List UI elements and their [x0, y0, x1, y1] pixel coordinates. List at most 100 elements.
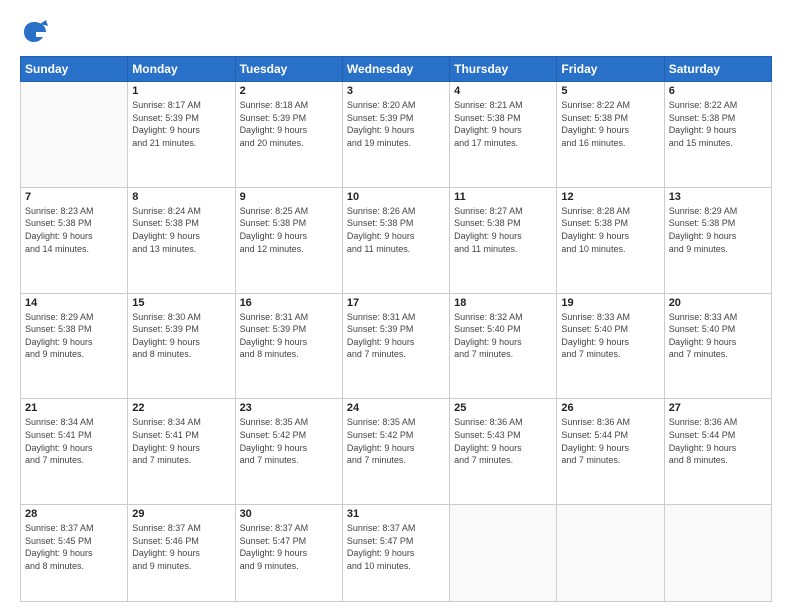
day-info: Sunrise: 8:24 AM Sunset: 5:38 PM Dayligh… — [132, 205, 230, 255]
day-info: Sunrise: 8:18 AM Sunset: 5:39 PM Dayligh… — [240, 99, 338, 149]
day-number: 19 — [561, 297, 659, 309]
calendar-cell: 8Sunrise: 8:24 AM Sunset: 5:38 PM Daylig… — [128, 187, 235, 293]
calendar-cell: 28 Sunrise: 8:37 AM Sunset: 5:45 PM Dayli… — [21, 505, 128, 602]
calendar-week-row: 21 Sunrise: 8:34 AM Sunset: 5:41 PM Dayli… — [21, 399, 772, 505]
day-number: 25 — [454, 402, 552, 414]
day-info: Sunrise: 8:28 AM Sunset: 5:38 PM Dayligh… — [561, 205, 659, 255]
day-number: 28 — [25, 508, 123, 520]
calendar-cell: 4 Sunrise: 8:21 AM Sunset: 5:38 PM Daylig… — [450, 82, 557, 188]
page: SundayMondayTuesdayWednesdayThursdayFrid… — [0, 0, 792, 612]
calendar-cell: 3 Sunrise: 8:20 AM Sunset: 5:39 PM Daylig… — [342, 82, 449, 188]
day-number: 18 — [454, 297, 552, 309]
day-number: 3 — [347, 85, 445, 97]
calendar-cell: 9 Sunrise: 8:25 AM Sunset: 5:38 PM Daylig… — [235, 187, 342, 293]
day-info: Sunrise: 8:36 AM Sunset: 5:43 PM Dayligh… — [454, 416, 552, 466]
day-info: Sunrise: 8:37 AM Sunset: 5:47 PM Dayligh… — [347, 522, 445, 572]
day-info: Sunrise: 8:37 AM Sunset: 5:47 PM Dayligh… — [240, 522, 338, 572]
day-info: Sunrise: 8:25 AM Sunset: 5:38 PM Dayligh… — [240, 205, 338, 255]
calendar-table: SundayMondayTuesdayWednesdayThursdayFrid… — [20, 56, 772, 602]
weekday-header: Friday — [557, 57, 664, 82]
weekday-header: Tuesday — [235, 57, 342, 82]
day-info: Sunrise: 8:37 AM Sunset: 5:45 PM Dayligh… — [25, 522, 123, 572]
calendar-cell — [450, 505, 557, 602]
logo-icon — [20, 18, 48, 46]
calendar-cell: 12Sunrise: 8:28 AM Sunset: 5:38 PM Dayli… — [557, 187, 664, 293]
day-info: Sunrise: 8:34 AM Sunset: 5:41 PM Dayligh… — [132, 416, 230, 466]
calendar-cell: 21 Sunrise: 8:34 AM Sunset: 5:41 PM Dayli… — [21, 399, 128, 505]
day-number: 5 — [561, 85, 659, 97]
weekday-header: Sunday — [21, 57, 128, 82]
calendar-cell: 10 Sunrise: 8:26 AM Sunset: 5:38 PM Dayli… — [342, 187, 449, 293]
calendar-cell: 11Sunrise: 8:27 AM Sunset: 5:38 PM Dayli… — [450, 187, 557, 293]
calendar-cell: 24 Sunrise: 8:35 AM Sunset: 5:42 PM Dayli… — [342, 399, 449, 505]
day-info: Sunrise: 8:33 AM Sunset: 5:40 PM Dayligh… — [669, 311, 767, 361]
day-info: Sunrise: 8:35 AM Sunset: 5:42 PM Dayligh… — [347, 416, 445, 466]
calendar-cell: 31 Sunrise: 8:37 AM Sunset: 5:47 PM Dayli… — [342, 505, 449, 602]
day-info: Sunrise: 8:26 AM Sunset: 5:38 PM Dayligh… — [347, 205, 445, 255]
weekday-header: Saturday — [664, 57, 771, 82]
day-info: Sunrise: 8:31 AM Sunset: 5:39 PM Dayligh… — [347, 311, 445, 361]
day-number: 24 — [347, 402, 445, 414]
day-number: 23 — [240, 402, 338, 414]
calendar-cell — [664, 505, 771, 602]
calendar-cell: 22 Sunrise: 8:34 AM Sunset: 5:41 PM Dayli… — [128, 399, 235, 505]
calendar-cell: 13 Sunrise: 8:29 AM Sunset: 5:38 PM Dayli… — [664, 187, 771, 293]
day-number: 27 — [669, 402, 767, 414]
day-number: 10 — [347, 191, 445, 203]
day-number: 31 — [347, 508, 445, 520]
day-info: Sunrise: 8:23 AM Sunset: 5:38 PM Dayligh… — [25, 205, 123, 255]
day-info: Sunrise: 8:30 AM Sunset: 5:39 PM Dayligh… — [132, 311, 230, 361]
day-number: 11 — [454, 191, 552, 203]
weekday-header-row: SundayMondayTuesdayWednesdayThursdayFrid… — [21, 57, 772, 82]
day-number: 22 — [132, 402, 230, 414]
calendar-cell: 16Sunrise: 8:31 AM Sunset: 5:39 PM Dayli… — [235, 293, 342, 399]
day-number: 26 — [561, 402, 659, 414]
day-number: 13 — [669, 191, 767, 203]
day-info: Sunrise: 8:36 AM Sunset: 5:44 PM Dayligh… — [669, 416, 767, 466]
day-number: 1 — [132, 85, 230, 97]
day-number: 7 — [25, 191, 123, 203]
day-number: 20 — [669, 297, 767, 309]
day-number: 30 — [240, 508, 338, 520]
day-info: Sunrise: 8:34 AM Sunset: 5:41 PM Dayligh… — [25, 416, 123, 466]
day-info: Sunrise: 8:21 AM Sunset: 5:38 PM Dayligh… — [454, 99, 552, 149]
weekday-header: Wednesday — [342, 57, 449, 82]
day-info: Sunrise: 8:33 AM Sunset: 5:40 PM Dayligh… — [561, 311, 659, 361]
calendar-cell: 5 Sunrise: 8:22 AM Sunset: 5:38 PM Daylig… — [557, 82, 664, 188]
day-number: 15 — [132, 297, 230, 309]
weekday-header: Monday — [128, 57, 235, 82]
day-info: Sunrise: 8:37 AM Sunset: 5:46 PM Dayligh… — [132, 522, 230, 572]
day-info: Sunrise: 8:20 AM Sunset: 5:39 PM Dayligh… — [347, 99, 445, 149]
calendar-cell: 30 Sunrise: 8:37 AM Sunset: 5:47 PM Dayli… — [235, 505, 342, 602]
day-number: 21 — [25, 402, 123, 414]
day-number: 17 — [347, 297, 445, 309]
day-number: 6 — [669, 85, 767, 97]
header — [20, 18, 772, 46]
day-info: Sunrise: 8:29 AM Sunset: 5:38 PM Dayligh… — [669, 205, 767, 255]
day-number: 2 — [240, 85, 338, 97]
calendar-cell: 20 Sunrise: 8:33 AM Sunset: 5:40 PM Dayli… — [664, 293, 771, 399]
calendar-cell: 6 Sunrise: 8:22 AM Sunset: 5:38 PM Daylig… — [664, 82, 771, 188]
day-info: Sunrise: 8:22 AM Sunset: 5:38 PM Dayligh… — [669, 99, 767, 149]
day-info: Sunrise: 8:22 AM Sunset: 5:38 PM Dayligh… — [561, 99, 659, 149]
calendar-cell: 15 Sunrise: 8:30 AM Sunset: 5:39 PM Dayli… — [128, 293, 235, 399]
day-number: 4 — [454, 85, 552, 97]
calendar-cell: 17 Sunrise: 8:31 AM Sunset: 5:39 PM Dayli… — [342, 293, 449, 399]
calendar-cell: 14Sunrise: 8:29 AM Sunset: 5:38 PM Dayli… — [21, 293, 128, 399]
calendar-cell: 23Sunrise: 8:35 AM Sunset: 5:42 PM Dayli… — [235, 399, 342, 505]
calendar-week-row: 14Sunrise: 8:29 AM Sunset: 5:38 PM Dayli… — [21, 293, 772, 399]
calendar-cell: 7 Sunrise: 8:23 AM Sunset: 5:38 PM Daylig… — [21, 187, 128, 293]
calendar-week-row: 7 Sunrise: 8:23 AM Sunset: 5:38 PM Daylig… — [21, 187, 772, 293]
day-number: 9 — [240, 191, 338, 203]
day-number: 29 — [132, 508, 230, 520]
calendar-cell: 1 Sunrise: 8:17 AM Sunset: 5:39 PM Daylig… — [128, 82, 235, 188]
day-info: Sunrise: 8:32 AM Sunset: 5:40 PM Dayligh… — [454, 311, 552, 361]
calendar-cell: 26 Sunrise: 8:36 AM Sunset: 5:44 PM Dayli… — [557, 399, 664, 505]
day-number: 16 — [240, 297, 338, 309]
calendar-cell: 29 Sunrise: 8:37 AM Sunset: 5:46 PM Dayli… — [128, 505, 235, 602]
day-info: Sunrise: 8:36 AM Sunset: 5:44 PM Dayligh… — [561, 416, 659, 466]
calendar-week-row: 1 Sunrise: 8:17 AM Sunset: 5:39 PM Daylig… — [21, 82, 772, 188]
calendar-week-row: 28 Sunrise: 8:37 AM Sunset: 5:45 PM Dayli… — [21, 505, 772, 602]
day-info: Sunrise: 8:17 AM Sunset: 5:39 PM Dayligh… — [132, 99, 230, 149]
calendar-cell — [21, 82, 128, 188]
